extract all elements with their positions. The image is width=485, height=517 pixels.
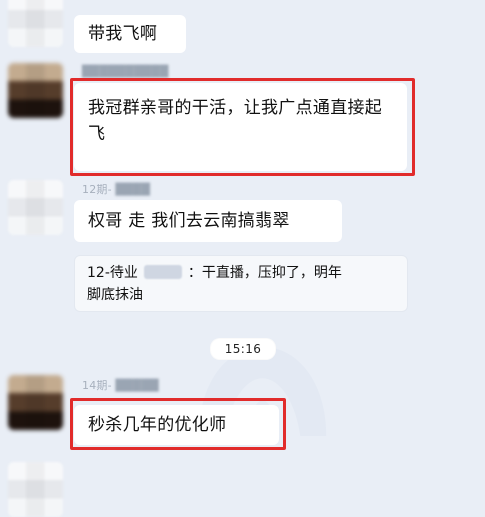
quote-line-1: 12-待业 ：干直播，压抑了，明年 <box>87 262 395 284</box>
quote-sender: 12-待业 <box>87 265 138 281</box>
quote-line-2: 脚底抹油 <box>87 284 395 306</box>
avatar[interactable] <box>8 0 63 47</box>
chat-window: 带我飞啊 ██████████ 我冠群亲哥的干活，让我广点通直接起飞 12期- … <box>0 0 485 517</box>
message-text: 带我飞啊 <box>88 24 158 44</box>
message-bubble[interactable]: 带我飞啊 <box>74 15 186 53</box>
avatar-image <box>8 375 63 430</box>
avatar-image <box>8 180 63 235</box>
avatar[interactable] <box>8 180 63 235</box>
sender-name: 12期- ████ <box>82 181 150 197</box>
message-text: 权哥 走 我们去云南搞翡翠 <box>88 211 290 231</box>
timestamp-chip: 15:16 <box>210 338 276 360</box>
sender-name: ██████████ <box>82 65 169 78</box>
sender-name-visible: 14期- <box>82 379 112 392</box>
quote-sender-redacted <box>143 265 182 279</box>
message-bubble[interactable]: 秒杀几年的优化师 <box>74 405 279 445</box>
message-text: 我冠群亲哥的干活，让我广点通直接起飞 <box>88 98 383 144</box>
sender-name-visible: 12期- <box>82 183 112 196</box>
avatar-image <box>8 63 63 118</box>
sender-name: 14期- █████ <box>82 377 159 393</box>
avatar[interactable] <box>8 63 63 118</box>
avatar-image <box>8 462 63 517</box>
quote-text-line-2: 脚底抹油 <box>87 287 143 303</box>
message-bubble[interactable]: 权哥 走 我们去云南搞翡翠 <box>74 200 342 242</box>
quoted-message[interactable]: 12-待业 ：干直播，压抑了，明年 脚底抹油 <box>74 255 408 312</box>
sender-name-redacted: █████ <box>115 379 159 392</box>
avatar[interactable] <box>8 462 63 517</box>
message-text: 秒杀几年的优化师 <box>88 415 227 435</box>
message-bubble[interactable]: 我冠群亲哥的干活，让我广点通直接起飞 <box>74 83 407 171</box>
quote-text-line-1: ：干直播，压抑了，明年 <box>187 265 342 281</box>
avatar-image <box>8 0 63 47</box>
sender-name-redacted: ██████████ <box>82 65 169 78</box>
avatar[interactable] <box>8 375 63 430</box>
timestamp: 15:16 <box>224 342 262 356</box>
sender-name-redacted: ████ <box>115 183 151 196</box>
